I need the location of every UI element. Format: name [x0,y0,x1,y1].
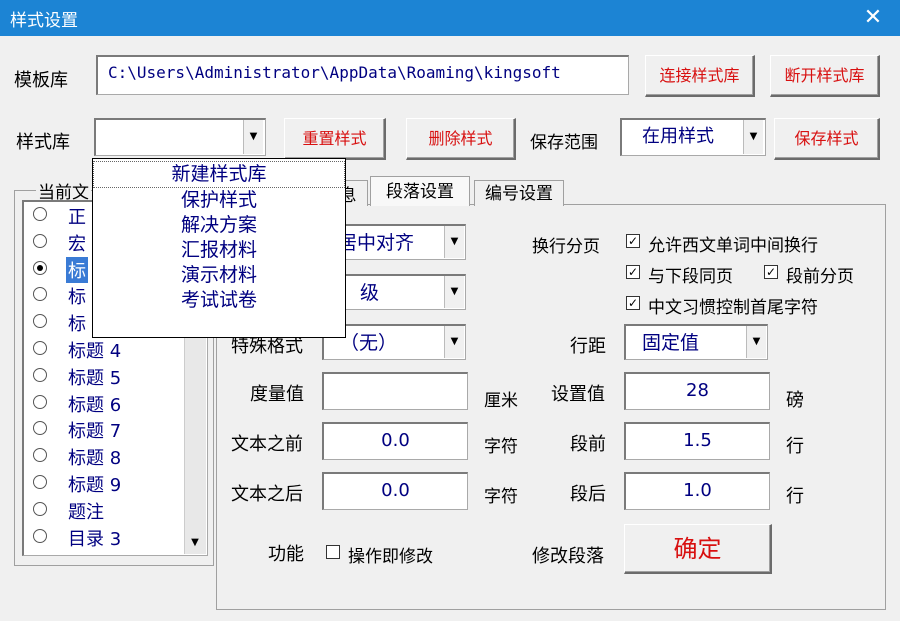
style-list-label: 标题 9 [68,474,122,496]
style-radio[interactable] [33,501,47,516]
space-after-input[interactable]: 1.0 [624,472,770,510]
disconnect-library-button[interactable]: 断开样式库 [770,55,880,97]
save-scope-label: 保存范围 [530,133,598,153]
style-list-item[interactable]: 标题 5 [24,363,207,390]
tab-paragraph[interactable]: 段落设置 [370,176,470,206]
connect-library-button[interactable]: 连接样式库 [645,55,755,97]
style-list-label: 题注 [68,501,104,523]
space-before-unit: 行 [786,436,804,457]
window-title: 样式设置 [10,11,78,31]
space-before-label: 段前 [570,434,606,455]
instant-modify-checkbox[interactable] [326,545,340,559]
chevron-down-icon[interactable]: ▼ [186,534,204,552]
style-radio[interactable] [33,421,47,436]
space-before-input[interactable]: 1.5 [624,422,770,460]
style-radio[interactable] [33,528,47,543]
cjk-control-label: 中文习惯控制首尾字符 [648,298,818,318]
style-radio[interactable] [33,448,47,463]
keep-with-next-label: 与下段同页 [648,267,733,287]
page-break-before-label: 段前分页 [786,267,854,287]
style-list-label: 标题 6 [68,394,122,416]
line-spacing-label: 行距 [570,336,606,357]
dropdown-option[interactable]: 解决方案 [93,213,345,238]
style-radio[interactable] [33,394,47,409]
style-radio[interactable] [33,233,47,248]
before-text-unit: 字符 [484,437,518,457]
style-radio[interactable] [33,287,47,302]
style-list-label: 标题 4 [68,340,122,362]
style-list-label: 标 [66,256,88,283]
measure-input[interactable] [322,372,468,410]
chevron-down-icon[interactable]: ▼ [444,276,464,308]
close-icon[interactable]: ✕ [856,0,890,36]
style-list-label: 目录 3 [68,528,122,550]
setting-value-input[interactable]: 28 [624,372,770,410]
setting-value-unit: 磅 [786,390,804,411]
style-list-label: 正 [68,207,86,228]
chevron-down-icon[interactable]: ▼ [444,326,464,358]
before-text-label: 文本之前 [231,434,303,455]
line-break-label: 换行分页 [532,237,600,257]
chevron-down-icon[interactable]: ▼ [746,326,766,358]
style-list-label: 标题 8 [68,448,122,470]
style-list-label: 标题 5 [68,367,122,389]
style-radio[interactable] [33,260,47,275]
style-list-item[interactable]: 标题 8 [24,443,207,470]
dropdown-option[interactable]: 新建样式库 [93,161,345,188]
ok-button[interactable]: 确定 [624,524,772,574]
style-list-item[interactable]: 标题 9 [24,470,207,497]
after-text-unit: 字符 [484,487,518,507]
western-wrap-checkbox[interactable]: ✓ [626,234,640,248]
style-list-item[interactable]: 标题 6 [24,390,207,417]
dropdown-option[interactable]: 考试试卷 [93,288,345,313]
chevron-down-icon[interactable]: ▼ [243,120,263,154]
style-list-item[interactable]: 题注 [24,497,207,524]
style-radio[interactable] [33,207,47,221]
page-break-before-checkbox[interactable]: ✓ [764,265,778,279]
space-after-label: 段后 [570,484,606,505]
style-list-label: 标 [68,287,86,309]
chevron-down-icon[interactable]: ▼ [743,120,763,154]
instant-modify-label: 操作即修改 [348,547,433,567]
dropdown-option[interactable]: 演示材料 [93,263,345,288]
modify-paragraph-label: 修改段落 [532,546,604,567]
function-label: 功能 [268,544,304,565]
after-text-input[interactable]: 0.0 [322,472,468,510]
measure-label: 度量值 [250,384,304,405]
space-after-unit: 行 [786,486,804,507]
style-list-item[interactable]: 标题 7 [24,416,207,443]
style-list-item[interactable]: 目录 3 [24,524,207,551]
dropdown-option[interactable]: 保护样式 [93,188,345,213]
save-style-button[interactable]: 保存样式 [774,118,880,160]
style-library-label: 样式库 [16,132,70,153]
style-list-item[interactable]: 标题 4 [24,336,207,363]
keep-with-next-checkbox[interactable]: ✓ [626,265,640,279]
template-label: 模板库 [14,70,68,91]
style-radio[interactable] [33,314,47,329]
before-text-input[interactable]: 0.0 [322,422,468,460]
style-library-combo[interactable] [94,118,266,156]
style-list-label: 标题 7 [68,421,122,443]
chevron-down-icon[interactable]: ▼ [444,226,464,258]
delete-style-button[interactable]: 删除样式 [406,118,516,160]
style-radio[interactable] [33,340,47,355]
style-list-label: 标 [68,314,86,336]
western-wrap-label: 允许西文单词中间换行 [648,236,818,256]
style-radio[interactable] [33,474,47,489]
title-bar [0,0,900,36]
style-library-dropdown: 新建样式库 保护样式 解决方案 汇报材料 演示材料 考试试卷 [92,158,346,338]
dropdown-option[interactable]: 汇报材料 [93,238,345,263]
tab-numbering[interactable]: 编号设置 [474,180,564,206]
cjk-control-checkbox[interactable]: ✓ [626,296,640,310]
measure-unit: 厘米 [484,391,518,411]
reset-style-button[interactable]: 重置样式 [284,118,386,160]
after-text-label: 文本之后 [231,484,303,505]
style-radio[interactable] [33,367,47,382]
style-list-label: 宏 [68,233,86,255]
setting-value-label: 设置值 [551,384,605,405]
template-path-field[interactable]: C:\Users\Administrator\AppData\Roaming\k… [96,55,629,95]
